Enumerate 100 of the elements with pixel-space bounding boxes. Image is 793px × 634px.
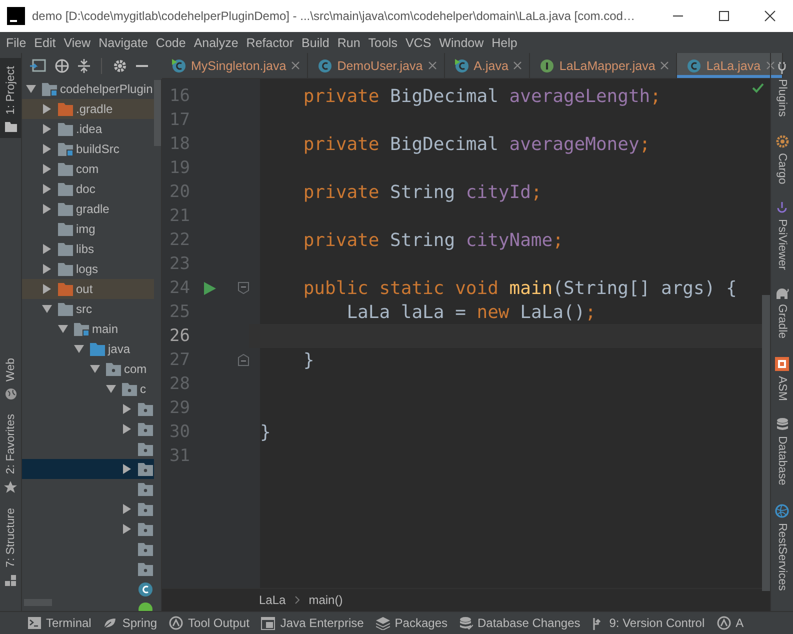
tree-item[interactable]: com [22,159,154,179]
menu-item[interactable]: Run [333,36,364,50]
tree-item[interactable]: out [22,279,154,299]
window-icon[interactable] [30,59,46,73]
tool-window-tab[interactable]: Packages [370,616,454,630]
tool-window-tab[interactable]: Tool Output [163,616,256,630]
maximize-icon [718,10,730,22]
tree-item[interactable]: libs [22,239,154,259]
tool-window-tab[interactable]: 2: Favorites [0,406,21,500]
editor-tab[interactable]: MySingleton.java [162,53,308,78]
close-icon[interactable] [513,61,522,70]
tool-window-tab[interactable]: Web [0,350,21,406]
tree-arrow-icon[interactable] [122,464,132,474]
menu-item[interactable]: Navigate [94,36,152,50]
close-icon[interactable] [766,61,775,70]
editor-tab[interactable]: DemoUser.java [308,53,445,78]
tree-item[interactable]: doc [22,179,154,199]
tree-arrow-icon[interactable] [122,424,132,434]
tree-item[interactable]: .idea [22,119,154,139]
tree-arrow-icon[interactable] [42,144,52,154]
tree-arrow-icon[interactable] [42,164,52,174]
tree-item[interactable]: gradle [22,199,154,219]
folder-icon [138,402,153,416]
star-icon [4,481,17,494]
tree-arrow-icon[interactable] [42,104,52,114]
tree-arrow-icon[interactable] [42,264,52,274]
editor-tab[interactable]: A.java [444,53,530,78]
tool-window-tab[interactable]: PsiViewer [771,202,793,270]
tree-arrow-icon[interactable] [42,184,52,194]
tool-window-tab[interactable]: Database Changes [454,616,586,630]
tree-item[interactable]: java [22,339,154,359]
tree-item[interactable]: main [22,319,154,339]
tool-window-tab[interactable]: ASM [771,356,793,400]
structure-icon [5,574,16,586]
tool-window-tab[interactable]: Database [771,418,793,486]
tree-item[interactable] [22,459,154,479]
menu-item[interactable]: View [60,36,95,50]
close-icon[interactable] [428,61,437,70]
run-icon[interactable] [204,282,216,294]
collapse-all-icon[interactable] [78,59,90,73]
tree-arrow-icon[interactable] [42,284,52,294]
fold-marker-icon[interactable] [238,354,249,366]
tree-arrow-icon[interactable] [74,344,84,354]
tree-item[interactable]: buildSrc [22,139,154,159]
menu-item[interactable]: Edit [30,36,60,50]
tool-window-tab[interactable]: 1: Project [0,58,21,138]
globe-icon [775,504,789,518]
folder-icon [58,202,73,216]
tool-window-tab[interactable]: Java Enterprise [255,616,370,630]
menu-item[interactable]: Window [435,36,488,50]
tree-arrow-icon[interactable] [42,204,52,214]
tool-window-tab[interactable]: 7: Structure [0,500,21,592]
menu-item[interactable]: Analyze [190,36,242,50]
code-editor[interactable] [162,79,770,588]
tree-arrow-icon[interactable] [42,124,52,134]
tool-window-tab[interactable]: Cargo [771,134,793,184]
crosshair-icon[interactable] [55,59,69,73]
tree-arrow-icon[interactable] [42,304,52,314]
scrollbar[interactable] [762,295,770,591]
menu-item[interactable]: Refactor [242,36,298,50]
menu-item[interactable]: Tools [364,36,402,50]
tree-arrow-icon[interactable] [122,404,132,414]
tree-item[interactable]: logs [22,259,154,279]
tree-arrow-icon[interactable] [26,84,36,94]
line-number: 26 [168,326,190,346]
tool-window-tab[interactable]: 9: Version Control [586,616,711,630]
close-icon[interactable] [291,61,300,70]
folder-icon [58,262,73,276]
menu-item[interactable]: Code [152,36,190,50]
tool-window-tab[interactable]: RestServices [771,504,793,590]
tree-item[interactable]: c [22,379,154,399]
tree-arrow-icon[interactable] [106,384,116,394]
tree-arrow-icon[interactable] [122,504,132,514]
menu-item[interactable]: Help [488,36,522,50]
tree-item[interactable]: src [22,299,154,319]
tool-window-tab[interactable]: Spring [97,616,164,630]
leaf-icon [103,617,118,629]
settings-icon[interactable] [113,59,127,73]
breadcrumb[interactable]: main() [308,593,343,607]
tree-item[interactable]: img [22,219,154,239]
tree-arrow-icon[interactable] [122,524,132,534]
breadcrumb[interactable]: LaLa [259,593,286,607]
fold-marker-icon[interactable] [238,282,249,294]
menu-item[interactable]: VCS [401,36,436,50]
tool-window-tab[interactable]: Terminal [22,616,98,630]
menu-item[interactable]: File [2,36,30,50]
tree-arrow-icon[interactable] [58,324,68,334]
tool-window-tab[interactable]: Gradle [771,288,793,338]
editor-tab[interactable]: LaLa.java [677,53,783,78]
tool-window-tab[interactable]: A [710,616,750,630]
menu-item[interactable]: Build [298,36,334,50]
close-icon[interactable] [660,61,670,70]
tree-arrow-icon[interactable] [90,364,100,374]
tree-item[interactable]: .gradle [22,99,154,119]
scrollbar[interactable] [154,80,161,146]
tree-item[interactable]: com [22,359,154,379]
layers-icon [376,616,390,630]
check-icon [752,83,764,93]
tree-item[interactable]: codehelperPlugin [22,79,154,99]
tree-arrow-icon[interactable] [42,244,52,254]
